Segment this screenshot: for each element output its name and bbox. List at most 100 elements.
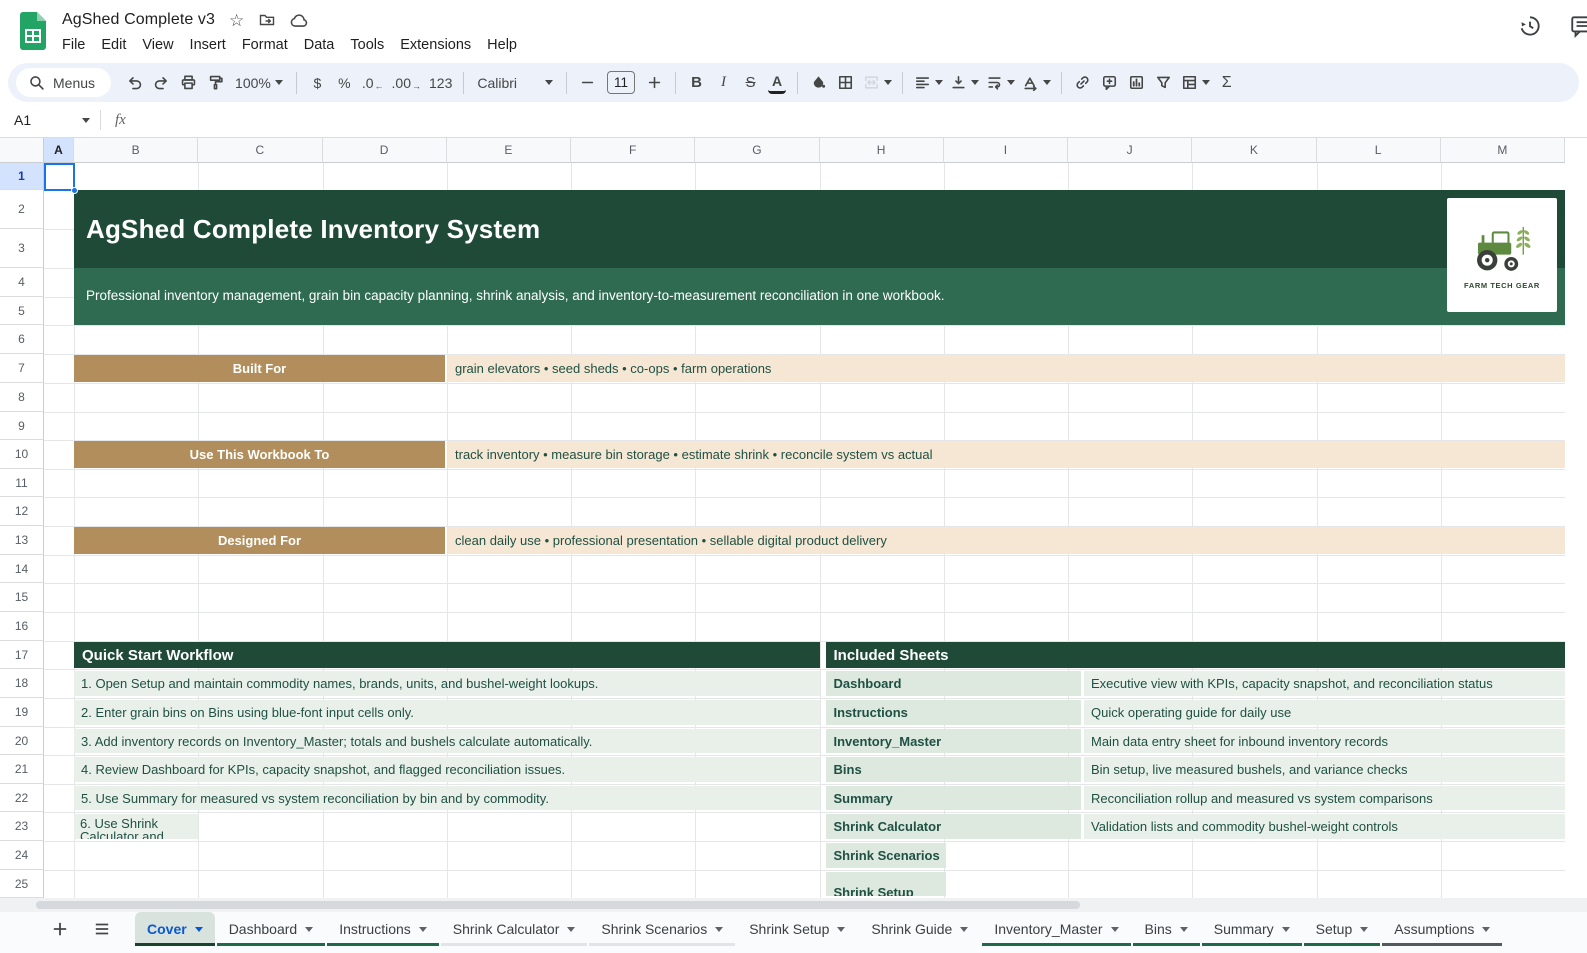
table-views-icon[interactable] <box>1177 69 1213 96</box>
row-header-9[interactable]: 9 <box>0 412 44 440</box>
functions-button[interactable]: Σ <box>1213 69 1240 96</box>
add-sheet-icon[interactable] <box>46 915 74 943</box>
sheet-tab-dashboard[interactable]: Dashboard <box>217 912 326 946</box>
row-header-15[interactable]: 15 <box>0 583 44 612</box>
merge-cells-icon[interactable] <box>859 69 895 96</box>
row-header-3[interactable]: 3 <box>0 229 44 268</box>
chevron-down-icon[interactable] <box>837 927 845 932</box>
row-header-1[interactable]: 1 <box>0 163 44 190</box>
chevron-down-icon[interactable] <box>1360 927 1368 932</box>
column-header-C[interactable]: C <box>198 138 322 163</box>
create-filter-icon[interactable] <box>1150 69 1177 96</box>
horizontal-scrollbar[interactable] <box>0 898 1587 912</box>
zoom-control[interactable]: 100% <box>229 75 289 91</box>
bold-button[interactable]: B <box>683 69 710 96</box>
chevron-down-icon[interactable] <box>195 927 203 932</box>
chevron-down-icon[interactable] <box>567 927 575 932</box>
menu-edit[interactable]: Edit <box>93 34 134 56</box>
insert-comment-icon[interactable] <box>1096 69 1123 96</box>
row-header-2[interactable]: 2 <box>0 190 44 229</box>
fill-handle[interactable] <box>71 187 78 194</box>
menu-insert[interactable]: Insert <box>182 34 234 56</box>
quick-start-step-2[interactable]: 2. Enter grain bins on Bins using blue-f… <box>74 700 820 725</box>
strikethrough-button[interactable]: S <box>737 69 764 96</box>
column-header-J[interactable]: J <box>1068 138 1192 163</box>
sheet-tab-instructions[interactable]: Instructions <box>327 912 439 946</box>
chevron-down-icon[interactable] <box>305 927 313 932</box>
row-header-17[interactable]: 17 <box>0 641 44 669</box>
column-header-M[interactable]: M <box>1441 138 1565 163</box>
row-header-10[interactable]: 10 <box>0 440 44 469</box>
column-header-E[interactable]: E <box>447 138 571 163</box>
chevron-down-icon[interactable] <box>1180 927 1188 932</box>
info-value-3[interactable]: clean daily use • professional presentat… <box>448 527 1565 554</box>
column-header-A[interactable]: A <box>44 138 74 163</box>
font-family-select[interactable]: Calibri <box>471 75 559 91</box>
chevron-down-icon[interactable] <box>1282 927 1290 932</box>
paint-format-icon[interactable] <box>202 69 229 96</box>
align-left-icon[interactable] <box>910 69 946 96</box>
chevron-down-icon[interactable] <box>715 927 723 932</box>
cloud-saved-icon[interactable] <box>290 13 309 28</box>
sheet-row-label-2[interactable]: Instructions <box>826 700 1081 725</box>
sheet-row-desc-2[interactable]: Quick operating guide for daily use <box>1084 700 1565 725</box>
row-header-20[interactable]: 20 <box>0 727 44 755</box>
row-header-12[interactable]: 12 <box>0 497 44 526</box>
chevron-down-icon[interactable] <box>1111 927 1119 932</box>
row-header-7[interactable]: 7 <box>0 354 44 383</box>
quick-start-step-6[interactable]: 6. Use Shrink Calculator and <box>74 814 198 839</box>
text-color-button[interactable]: A <box>768 72 786 94</box>
info-value-1[interactable]: grain elevators • seed sheds • co-ops • … <box>448 355 1565 382</box>
row-header-11[interactable]: 11 <box>0 469 44 497</box>
document-title[interactable]: AgShed Complete v3 <box>62 11 215 29</box>
sheet-tab-cover[interactable]: Cover <box>135 912 215 946</box>
row-header-5[interactable]: 5 <box>0 297 44 325</box>
insert-chart-icon[interactable] <box>1123 69 1150 96</box>
info-label-1[interactable]: Built For <box>74 355 445 382</box>
text-rotation-icon[interactable] <box>1018 69 1054 96</box>
sheet-row-label-3[interactable]: Inventory_Master <box>826 729 1081 753</box>
google-sheets-logo-icon[interactable] <box>18 11 48 51</box>
row-header-21[interactable]: 21 <box>0 755 44 784</box>
chevron-down-icon[interactable] <box>1482 927 1490 932</box>
menu-file[interactable]: File <box>54 34 93 56</box>
sheet-row-desc-6[interactable]: Validation lists and commodity bushel-we… <box>1084 814 1565 839</box>
sheet-tab-assumptions[interactable]: Assumptions <box>1382 912 1502 946</box>
plus-icon[interactable] <box>641 69 668 96</box>
column-header-H[interactable]: H <box>820 138 944 163</box>
info-value-2[interactable]: track inventory • measure bin storage • … <box>448 441 1565 468</box>
menu-format[interactable]: Format <box>234 34 296 56</box>
quick-start-step-4[interactable]: 4. Review Dashboard for KPIs, capacity s… <box>74 757 820 782</box>
menu-tools[interactable]: Tools <box>342 34 392 56</box>
sheet-row-label-1[interactable]: Dashboard <box>826 671 1081 696</box>
row-header-8[interactable]: 8 <box>0 383 44 412</box>
cells-canvas[interactable]: AgShed Complete Inventory SystemProfessi… <box>44 163 1565 898</box>
row-header-19[interactable]: 19 <box>0 698 44 727</box>
select-all-corner[interactable] <box>0 138 44 163</box>
format-percent-button[interactable]: % <box>331 69 358 96</box>
sheet-tab-bins[interactable]: Bins <box>1133 912 1200 946</box>
column-header-F[interactable]: F <box>571 138 695 163</box>
chevron-down-icon[interactable] <box>419 927 427 932</box>
italic-button[interactable]: I <box>710 69 737 96</box>
quick-start-step-5[interactable]: 5. Use Summary for measured vs system re… <box>74 786 820 810</box>
column-header-G[interactable]: G <box>695 138 819 163</box>
row-header-25[interactable]: 25 <box>0 870 44 898</box>
sheet-tab-shrink-setup[interactable]: Shrink Setup <box>737 912 857 946</box>
undo-icon[interactable] <box>121 69 148 96</box>
version-history-icon[interactable] <box>1517 13 1543 39</box>
name-box[interactable]: A1 <box>0 112 100 128</box>
sheet-row-desc-3[interactable]: Main data entry sheet for inbound invent… <box>1084 729 1565 753</box>
column-header-D[interactable]: D <box>323 138 447 163</box>
sheet-row-label-8[interactable]: Shrink Setup <box>826 872 946 896</box>
borders-icon[interactable] <box>832 69 859 96</box>
sheet-row-label-7[interactable]: Shrink Scenarios <box>826 843 946 868</box>
row-header-24[interactable]: 24 <box>0 841 44 870</box>
sheet-tab-inventory-master[interactable]: Inventory_Master <box>982 912 1130 946</box>
column-header-I[interactable]: I <box>944 138 1068 163</box>
sheet-tab-summary[interactable]: Summary <box>1202 912 1302 946</box>
chevron-down-icon[interactable] <box>960 927 968 932</box>
sheet-row-label-6[interactable]: Shrink Calculator <box>826 814 1081 839</box>
text-wrap-icon[interactable] <box>982 69 1018 96</box>
comment-icon[interactable] <box>1569 13 1587 39</box>
